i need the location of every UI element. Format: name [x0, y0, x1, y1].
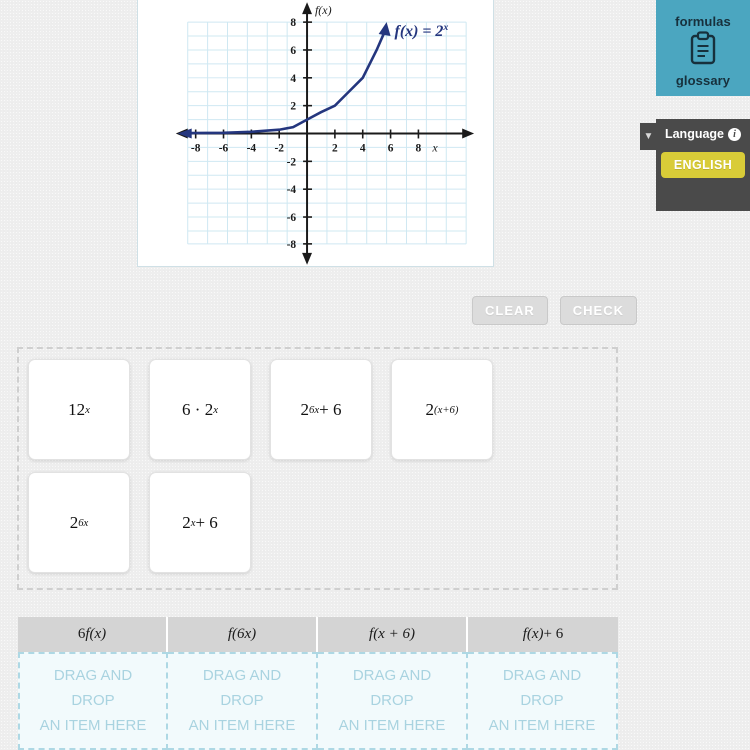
- y-tick-label: 2: [290, 101, 296, 113]
- drop-zone-placeholder-line: DROP: [220, 691, 264, 709]
- function-graph: -8 -6 -4 -2 2 4 6 8 8 6 4 2 -2 -4 -6 -8 …: [175, 2, 475, 265]
- tile-suffix: + 6: [319, 399, 342, 419]
- drop-zone-placeholder-line: DRAG AND: [502, 667, 582, 684]
- drop-zone[interactable]: DRAG AND DROP AN ITEM HERE: [18, 652, 168, 750]
- drop-column: f (6x) DRAG AND DROP AN ITEM HERE: [168, 617, 318, 750]
- answer-tile[interactable]: 2 (x+6): [391, 359, 493, 460]
- drop-column-header: f (6x): [168, 617, 318, 652]
- x-tick-label: -2: [274, 142, 284, 154]
- formulas-label: formulas: [675, 14, 731, 29]
- drop-zone-placeholder-line: AN ITEM HERE: [39, 716, 147, 734]
- tools-panel: formulas glossary: [656, 0, 750, 96]
- drop-zone-placeholder-line: DROP: [520, 691, 564, 709]
- drop-column: 6 f (x) DRAG AND DROP AN ITEM HERE: [18, 617, 168, 750]
- drop-column-header: 6 f (x): [18, 617, 168, 652]
- tile-base: 12: [68, 399, 86, 419]
- y-axis-up-arrow: [302, 2, 313, 15]
- tile-row: 12 x 6 · 2 x 2 6x + 6 2 (x+6): [28, 359, 616, 460]
- clear-button[interactable]: CLEAR: [472, 296, 548, 325]
- curve-equation-label: f(x) = 2x: [395, 22, 449, 40]
- x-axis-right-arrow: [462, 128, 475, 139]
- answer-tile[interactable]: 2x + 6: [149, 472, 251, 573]
- drop-zone-placeholder-line: AN ITEM HERE: [488, 716, 596, 734]
- tile-exponent: (x+6): [434, 403, 459, 416]
- header-argument: (x): [89, 626, 107, 642]
- drop-zone-placeholder-line: DRAG AND: [352, 667, 432, 684]
- tile-base: 2: [182, 512, 191, 532]
- formulas-tool[interactable]: formulas: [675, 14, 731, 29]
- header-argument: (x + 6): [373, 626, 415, 642]
- answer-tile-bank: 12 x 6 · 2 x 2 6x + 6 2 (x+6) 2 6x 2 x + 6: [17, 347, 618, 590]
- x-tick-label: 4: [360, 142, 366, 154]
- tile-base: 2: [69, 512, 79, 532]
- drop-column-header: f (x + 6): [318, 617, 468, 652]
- tile-suffix: + 6: [195, 512, 218, 532]
- y-tick-label: -4: [287, 184, 297, 196]
- drop-zone-placeholder-line: DROP: [370, 691, 414, 709]
- y-axis-label: f(x): [315, 3, 332, 17]
- y-tick-label: -8: [287, 239, 297, 251]
- tile-exponent: x: [85, 403, 90, 416]
- drop-column: f (x + 6) DRAG AND DROP AN ITEM HERE: [318, 617, 468, 750]
- clipboard-icon: [689, 31, 717, 70]
- drop-zone-placeholder-line: DRAG AND: [202, 667, 282, 684]
- language-collapse-toggle[interactable]: ▼: [640, 123, 657, 150]
- tile-base: 2: [300, 399, 310, 419]
- drop-zone-placeholder-line: DROP: [71, 691, 115, 709]
- curve-up-arrow: [378, 22, 391, 37]
- x-tick-label: -4: [247, 142, 257, 154]
- y-axis-down-arrow: [302, 252, 313, 265]
- drop-zone-placeholder-line: AN ITEM HERE: [338, 716, 446, 734]
- language-english-button[interactable]: ENGLISH: [660, 152, 746, 178]
- drop-column-header: f (x) + 6: [468, 617, 618, 652]
- answer-tile[interactable]: 6 · 2x: [149, 359, 251, 460]
- x-axis-label: x: [431, 140, 438, 154]
- check-button[interactable]: CHECK: [559, 296, 638, 325]
- header-suffix: + 6: [543, 626, 564, 642]
- header-prefix: 6: [77, 626, 86, 642]
- language-title-row: Language i: [664, 127, 742, 141]
- y-tick-label: 6: [290, 45, 296, 57]
- x-tick-label: -6: [219, 142, 229, 154]
- drop-zone[interactable]: DRAG AND DROP AN ITEM HERE: [168, 652, 318, 750]
- x-tick-label: 6: [388, 142, 394, 154]
- drop-zone-placeholder-line: DRAG AND: [53, 667, 133, 684]
- tile-row: 2 6x 2 x + 6: [28, 472, 616, 573]
- tile-exponent: 6x: [309, 403, 320, 416]
- action-button-group: CLEAR CHECK: [472, 296, 638, 325]
- language-panel: Language i ENGLISH: [656, 119, 750, 211]
- answer-tile[interactable]: 2 6x: [28, 472, 130, 573]
- x-tick-label: 2: [332, 142, 338, 154]
- language-label: Language: [664, 127, 725, 141]
- drop-target-table: 6 f (x) DRAG AND DROP AN ITEM HERE f (6x) DRAG A…: [18, 617, 618, 750]
- y-tick-label: -6: [287, 212, 297, 224]
- x-tick-label: -8: [191, 142, 201, 154]
- tile-exponent: 6x: [78, 516, 89, 529]
- y-tick-label: 4: [290, 73, 296, 85]
- header-argument: (6x): [232, 626, 257, 642]
- drop-zone[interactable]: DRAG AND DROP AN ITEM HERE: [468, 652, 618, 750]
- header-argument: (x): [526, 626, 544, 642]
- tile-base: 2: [425, 399, 435, 419]
- glossary-label: glossary: [675, 73, 731, 88]
- drop-zone-placeholder-line: AN ITEM HERE: [188, 716, 296, 734]
- y-tick-label: -2: [287, 156, 297, 168]
- drop-zone[interactable]: DRAG AND DROP AN ITEM HERE: [318, 652, 468, 750]
- answer-tile[interactable]: 12 x: [28, 359, 130, 460]
- drop-column: f (x) + 6 DRAG AND DROP AN ITEM HERE: [468, 617, 618, 750]
- y-tick-label: 8: [290, 17, 296, 29]
- graph-panel: -8 -6 -4 -2 2 4 6 8 8 6 4 2 -2 -4 -6 -8 …: [137, 0, 494, 267]
- answer-tile[interactable]: 2 6x + 6: [270, 359, 372, 460]
- x-tick-label: 8: [416, 142, 422, 154]
- tile-base: 6 · 2: [182, 399, 214, 419]
- info-icon[interactable]: i: [728, 127, 742, 141]
- tile-exponent: x: [213, 403, 218, 416]
- glossary-tool[interactable]: glossary: [676, 31, 730, 88]
